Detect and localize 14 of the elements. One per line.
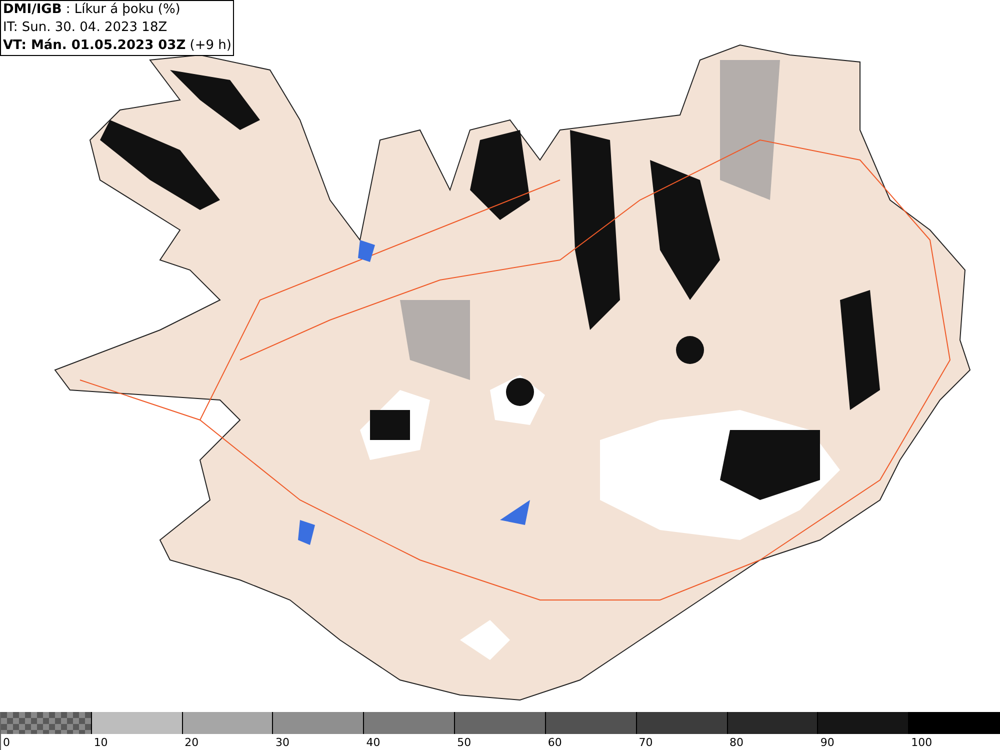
- legend-label: 80: [728, 736, 744, 748]
- legend-label: 90: [819, 736, 834, 748]
- map-title: DMI/IGB : Líkur á þoku (%): [3, 1, 182, 19]
- legend-label: 70: [638, 736, 653, 748]
- legend-label: 40: [365, 736, 380, 748]
- legend-label: 50: [456, 736, 472, 748]
- legend-label: 100: [910, 736, 932, 748]
- issue-time: IT: Sun. 30. 04. 2023 18Z: [3, 19, 168, 37]
- legend-label: 10: [92, 736, 108, 748]
- legend-label: 30: [274, 736, 290, 748]
- legend-label: 0: [2, 736, 10, 748]
- legend-label: 60: [546, 736, 562, 748]
- valid-time: VT: Mán. 01.05.2023 03Z (+9 h): [3, 37, 232, 55]
- legend-label: 20: [184, 736, 199, 748]
